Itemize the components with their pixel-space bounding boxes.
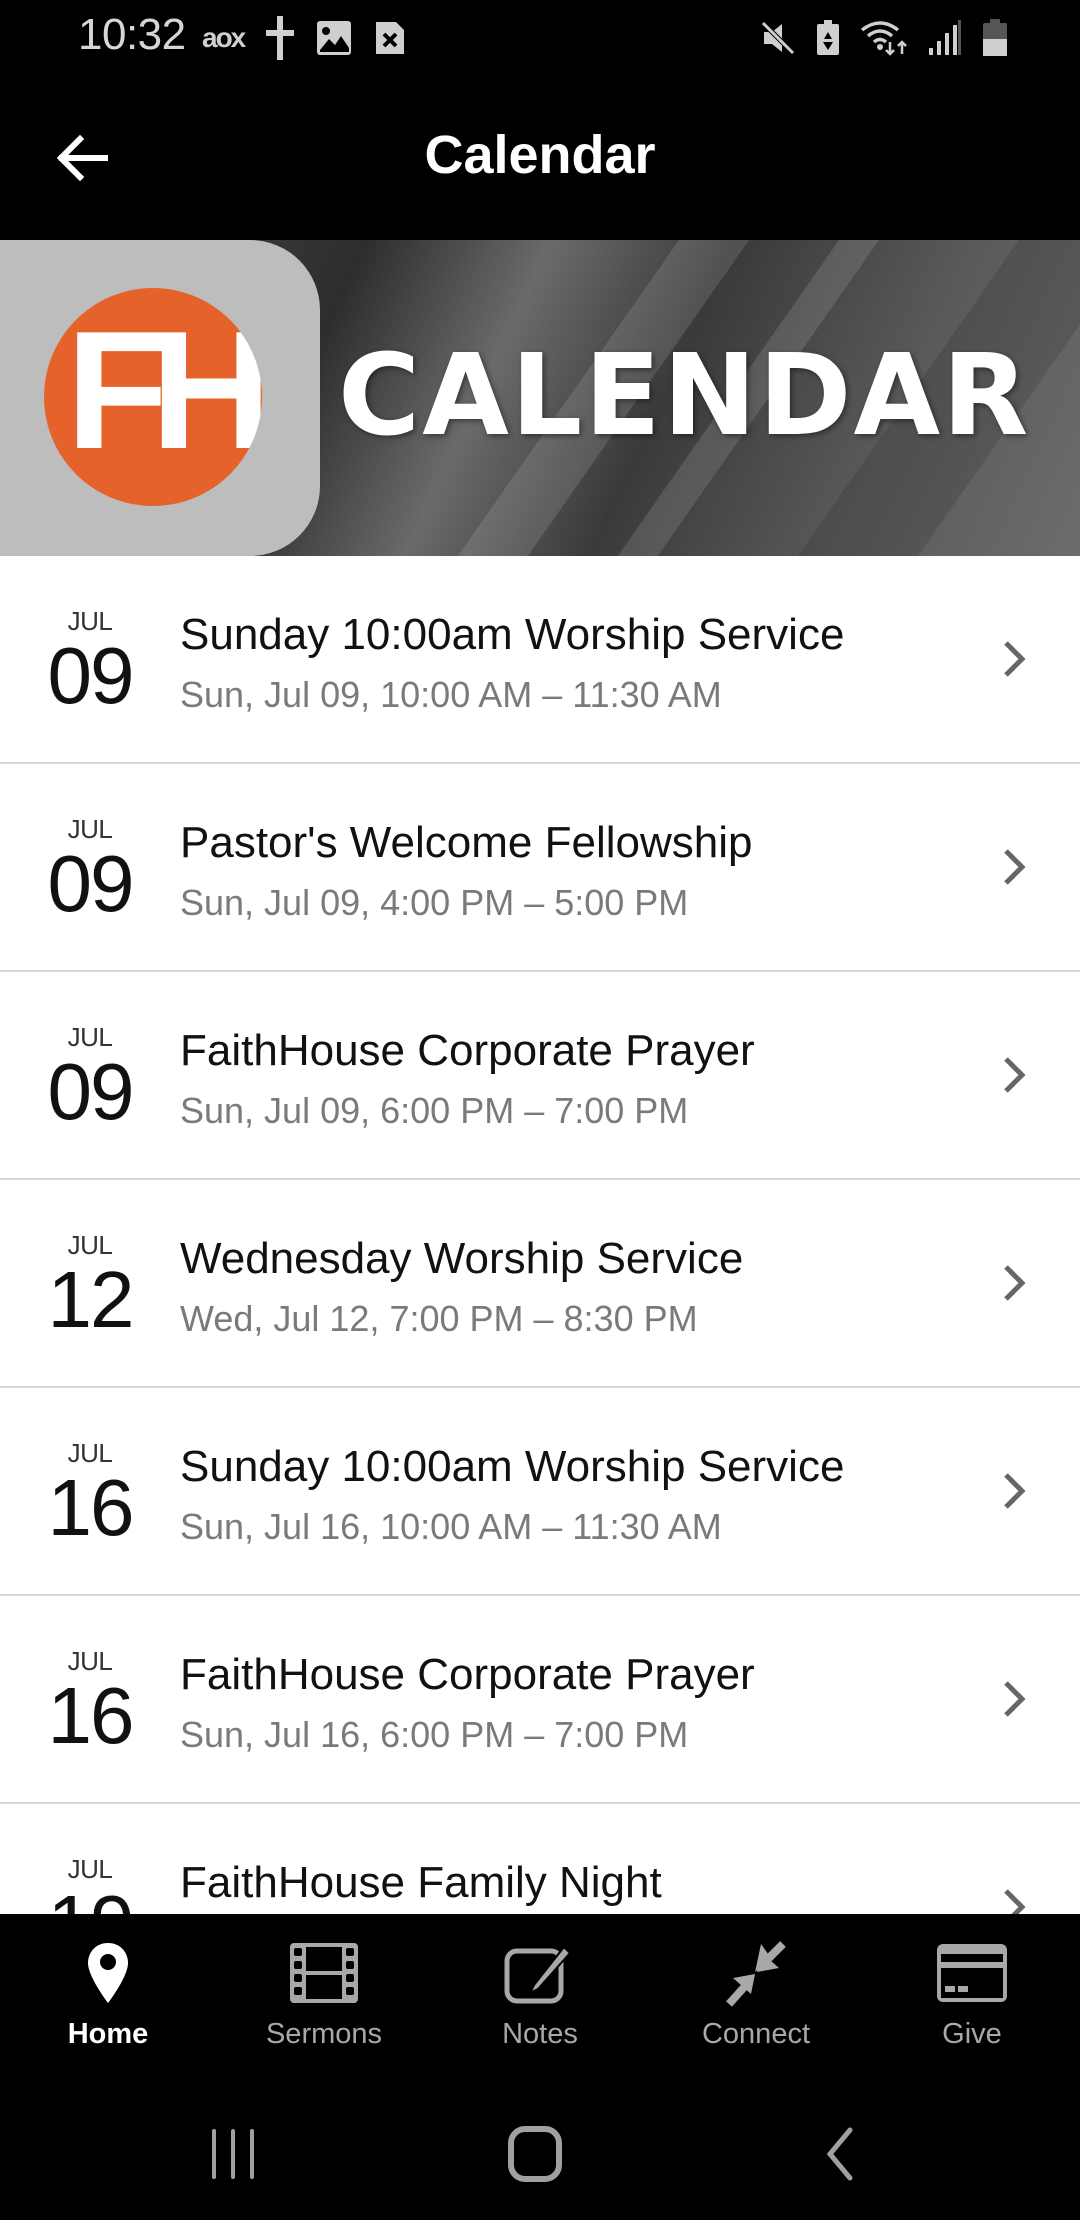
home-button[interactable] (495, 2114, 575, 2194)
event-time: Wed, Jul 12, 7:00 PM – 8:30 PM (180, 1298, 698, 1339)
nav-label: Connect (701, 2018, 810, 2050)
nav-item-give[interactable]: Give (864, 1914, 1080, 2064)
event-title: FaithHouse Corporate Prayer (180, 1026, 755, 1075)
fh-logo: FH (44, 288, 262, 506)
credit-card-icon (935, 1938, 1009, 2008)
system-nav-bar (0, 2064, 1080, 2220)
nav-item-sermons[interactable]: Sermons (216, 1914, 432, 2064)
event-row[interactable]: JUL 09 Sunday 10:00am Worship Service Su… (0, 556, 1080, 764)
film-icon (288, 1938, 360, 2008)
wifi-icon (860, 20, 908, 56)
status-time: 10:32 (78, 10, 186, 59)
signal-icon (928, 20, 962, 56)
compress-arrows-icon (721, 1938, 791, 2008)
event-date: JUL 16 (40, 1648, 140, 1756)
chevron-right-icon (1004, 1265, 1026, 1301)
event-date: JUL 19 (40, 1856, 140, 1914)
status-bar: 10:32 aox (0, 0, 1080, 76)
event-day: 09 (47, 631, 135, 720)
event-time: Sun, Jul 16, 10:00 AM – 11:30 AM (180, 1506, 722, 1547)
event-day: 16 (47, 1463, 135, 1552)
event-date: JUL 09 (40, 816, 140, 924)
chevron-right-icon (1004, 849, 1026, 885)
event-title: Sunday 10:00am Worship Service (180, 610, 845, 659)
event-day: 19 (40, 1884, 140, 1915)
nav-label: Sermons (265, 2018, 383, 2050)
battery-icon (982, 19, 1008, 57)
event-row[interactable]: JUL 19 FaithHouse Family Night (0, 1804, 1080, 1914)
event-title: Wednesday Worship Service (180, 1234, 744, 1283)
nav-item-home[interactable]: Home (0, 1914, 216, 2064)
nav-item-notes[interactable]: Notes (432, 1914, 648, 2064)
event-row[interactable]: JUL 12 Wednesday Worship Service Wed, Ju… (0, 1180, 1080, 1388)
event-date: JUL 09 (40, 1024, 140, 1132)
nav-label: Notes (502, 2018, 578, 2050)
event-row[interactable]: JUL 09 Pastor's Welcome Fellowship Sun, … (0, 764, 1080, 972)
event-row[interactable]: JUL 09 FaithHouse Corporate Prayer Sun, … (0, 972, 1080, 1180)
status-notification-icons: aox (202, 16, 406, 60)
event-time: Sun, Jul 16, 6:00 PM – 7:00 PM (180, 1714, 689, 1755)
event-time: Sun, Jul 09, 4:00 PM – 5:00 PM (180, 882, 689, 923)
page-title: Calendar (424, 125, 656, 185)
chevron-right-icon (1004, 641, 1026, 677)
event-day: 09 (47, 839, 135, 928)
event-day: 09 (47, 1047, 135, 1136)
nav-item-connect[interactable]: Connect (648, 1914, 864, 2064)
event-title: Pastor's Welcome Fellowship (180, 818, 753, 867)
bottom-nav: Home Sermons Notes Connect Give (0, 1914, 1080, 2064)
status-system-icons (760, 16, 1008, 60)
event-row[interactable]: JUL 16 FaithHouse Corporate Prayer Sun, … (0, 1596, 1080, 1804)
chevron-right-icon (1004, 1681, 1026, 1717)
event-title: FaithHouse Family Night (180, 1858, 662, 1907)
event-time: Sun, Jul 09, 10:00 AM – 11:30 AM (180, 674, 722, 715)
image-icon (316, 20, 352, 56)
chevron-right-icon (1004, 1889, 1026, 1914)
event-date: JUL 16 (40, 1440, 140, 1548)
event-title: Sunday 10:00am Worship Service (180, 1442, 845, 1491)
nav-label: Home (67, 2018, 149, 2050)
calendar-banner: FH CALENDAR (0, 240, 1080, 556)
event-row[interactable]: JUL 16 Sunday 10:00am Worship Service Su… (0, 1388, 1080, 1596)
mute-icon (760, 20, 796, 56)
edit-note-icon (504, 1938, 576, 2008)
event-time: Sun, Jul 09, 6:00 PM – 7:00 PM (180, 1090, 689, 1131)
back-chevron-icon (826, 2127, 853, 2181)
battery-saver-icon (816, 20, 840, 56)
event-title: FaithHouse Corporate Prayer (180, 1650, 755, 1699)
app-bar: Calendar (0, 76, 1080, 240)
home-icon (508, 2126, 562, 2182)
event-day: 12 (47, 1255, 135, 1344)
chevron-right-icon (1004, 1057, 1026, 1093)
event-day: 16 (47, 1671, 135, 1760)
event-list[interactable]: JUL 09 Sunday 10:00am Worship Service Su… (0, 556, 1080, 1914)
recent-apps-button[interactable] (193, 2114, 273, 2194)
event-date: JUL 12 (40, 1232, 140, 1340)
fh-logo-text: FH (66, 296, 262, 484)
aox-app-icon: aox (202, 22, 246, 53)
sim-error-icon (374, 20, 406, 56)
event-date: JUL 09 (40, 608, 140, 716)
cross-icon (266, 16, 295, 60)
chevron-right-icon (1004, 1473, 1026, 1509)
recent-apps-icon (212, 2129, 254, 2179)
banner-heading: CALENDAR (338, 331, 1031, 461)
map-pin-icon (86, 1938, 130, 2008)
system-back-button[interactable] (800, 2114, 880, 2194)
nav-label: Give (942, 2018, 1002, 2050)
